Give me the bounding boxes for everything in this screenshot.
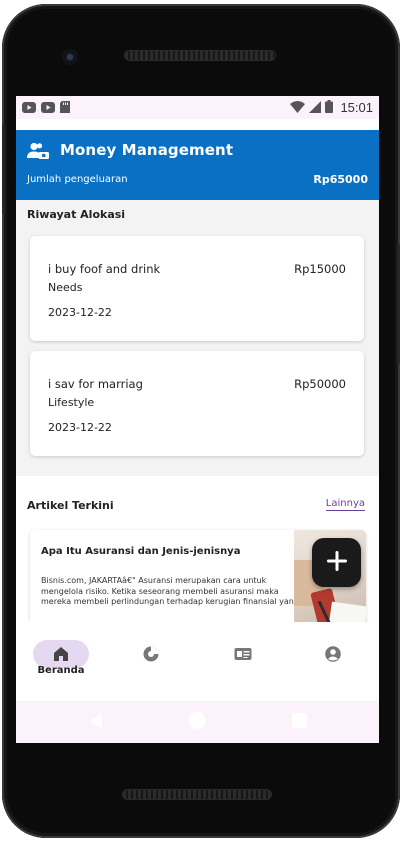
youtube-notification-icon: [41, 98, 55, 117]
allocation-amount: Rp15000: [294, 262, 346, 276]
section-title: Artikel Terkini: [27, 499, 114, 512]
allocation-card[interactable]: i buy foof and drink Rp15000 Needs 2023-…: [30, 236, 364, 341]
clock: 15:01: [340, 100, 373, 115]
back-icon[interactable]: [90, 713, 102, 729]
allocation-description: i sav for marriag: [48, 377, 143, 391]
allocation-category: Lifestyle: [48, 396, 95, 409]
profile-icon: [325, 646, 341, 662]
plus-icon: [326, 550, 348, 576]
bottom-speaker: [122, 789, 272, 800]
cell-signal-icon: [309, 98, 322, 117]
front-camera: [62, 49, 78, 65]
volume-button: [2, 124, 5, 214]
allocation-date: 2023-12-22: [48, 421, 112, 434]
nav-item-articles[interactable]: [197, 622, 287, 701]
total-expense-label: Jumlah pengeluaran: [27, 174, 128, 185]
bottom-navigation: Beranda: [16, 622, 379, 701]
allocation-description: i buy foof and drink: [48, 262, 161, 276]
system-navigation-bar: [16, 701, 379, 743]
total-expense-value: Rp65000: [313, 173, 368, 186]
nav-item-profile[interactable]: [288, 622, 378, 701]
home-icon: [53, 646, 69, 662]
money-people-icon: [27, 142, 49, 164]
article-title: Apa Itu Asuransi dan Jenis-jenisnya: [41, 546, 241, 557]
nav-item-statistics[interactable]: [106, 622, 196, 701]
earpiece-speaker: [124, 50, 276, 61]
nav-label: Beranda: [37, 665, 85, 676]
recent-apps-icon[interactable]: [292, 713, 307, 728]
power-button: [397, 244, 400, 364]
article-excerpt: Bisnis.com, JAKARTAâ€" Asuransi merupaka…: [41, 576, 302, 606]
app-title: Money Management: [60, 141, 234, 159]
wifi-icon: [290, 98, 306, 117]
allocation-category: Needs: [48, 281, 83, 294]
app-screen: 15:01 Money Management Jumlah pengeluara…: [16, 96, 379, 743]
pie-chart-icon: [143, 646, 159, 662]
allocation-card[interactable]: i sav for marriag Rp50000 Lifestyle 2023…: [30, 351, 364, 456]
allocation-date: 2023-12-22: [48, 306, 112, 319]
sd-card-icon: [60, 98, 70, 117]
article-icon: [234, 646, 252, 662]
battery-icon: [325, 98, 334, 117]
nav-item-beranda[interactable]: Beranda: [16, 622, 106, 701]
status-bar: 15:01: [16, 96, 379, 119]
allocation-amount: Rp50000: [294, 377, 346, 391]
home-circle-icon[interactable]: [189, 712, 206, 729]
add-allocation-button[interactable]: [312, 538, 361, 587]
youtube-notification-icon: [22, 98, 36, 117]
see-more-link[interactable]: Lainnya: [325, 498, 365, 511]
section-title: Riwayat Alokasi: [27, 208, 126, 221]
app-header: Money Management Jumlah pengeluaran Rp65…: [16, 130, 379, 200]
allocation-history-section: Riwayat Alokasi i buy foof and drink Rp1…: [16, 200, 379, 476]
